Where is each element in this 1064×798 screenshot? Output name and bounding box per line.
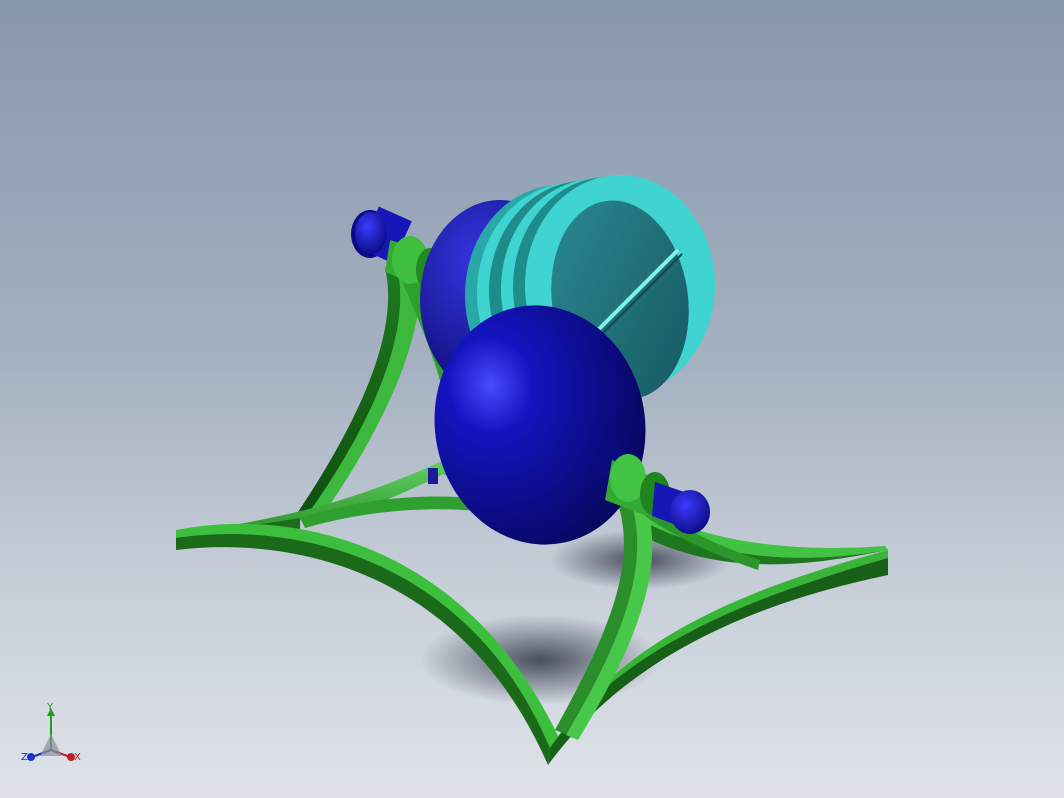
triad-y-label: Y (46, 702, 54, 713)
view-orientation-triad[interactable]: Y X Z (18, 700, 88, 770)
triad-z-label: Z (21, 752, 28, 763)
triad-cone (40, 734, 62, 756)
graphics-viewport[interactable]: Y X Z (0, 0, 1064, 798)
model-view[interactable] (0, 0, 1064, 798)
housing-bracket (428, 468, 438, 484)
triad-x-label: X (74, 752, 81, 763)
triad-z-knob (27, 753, 35, 761)
